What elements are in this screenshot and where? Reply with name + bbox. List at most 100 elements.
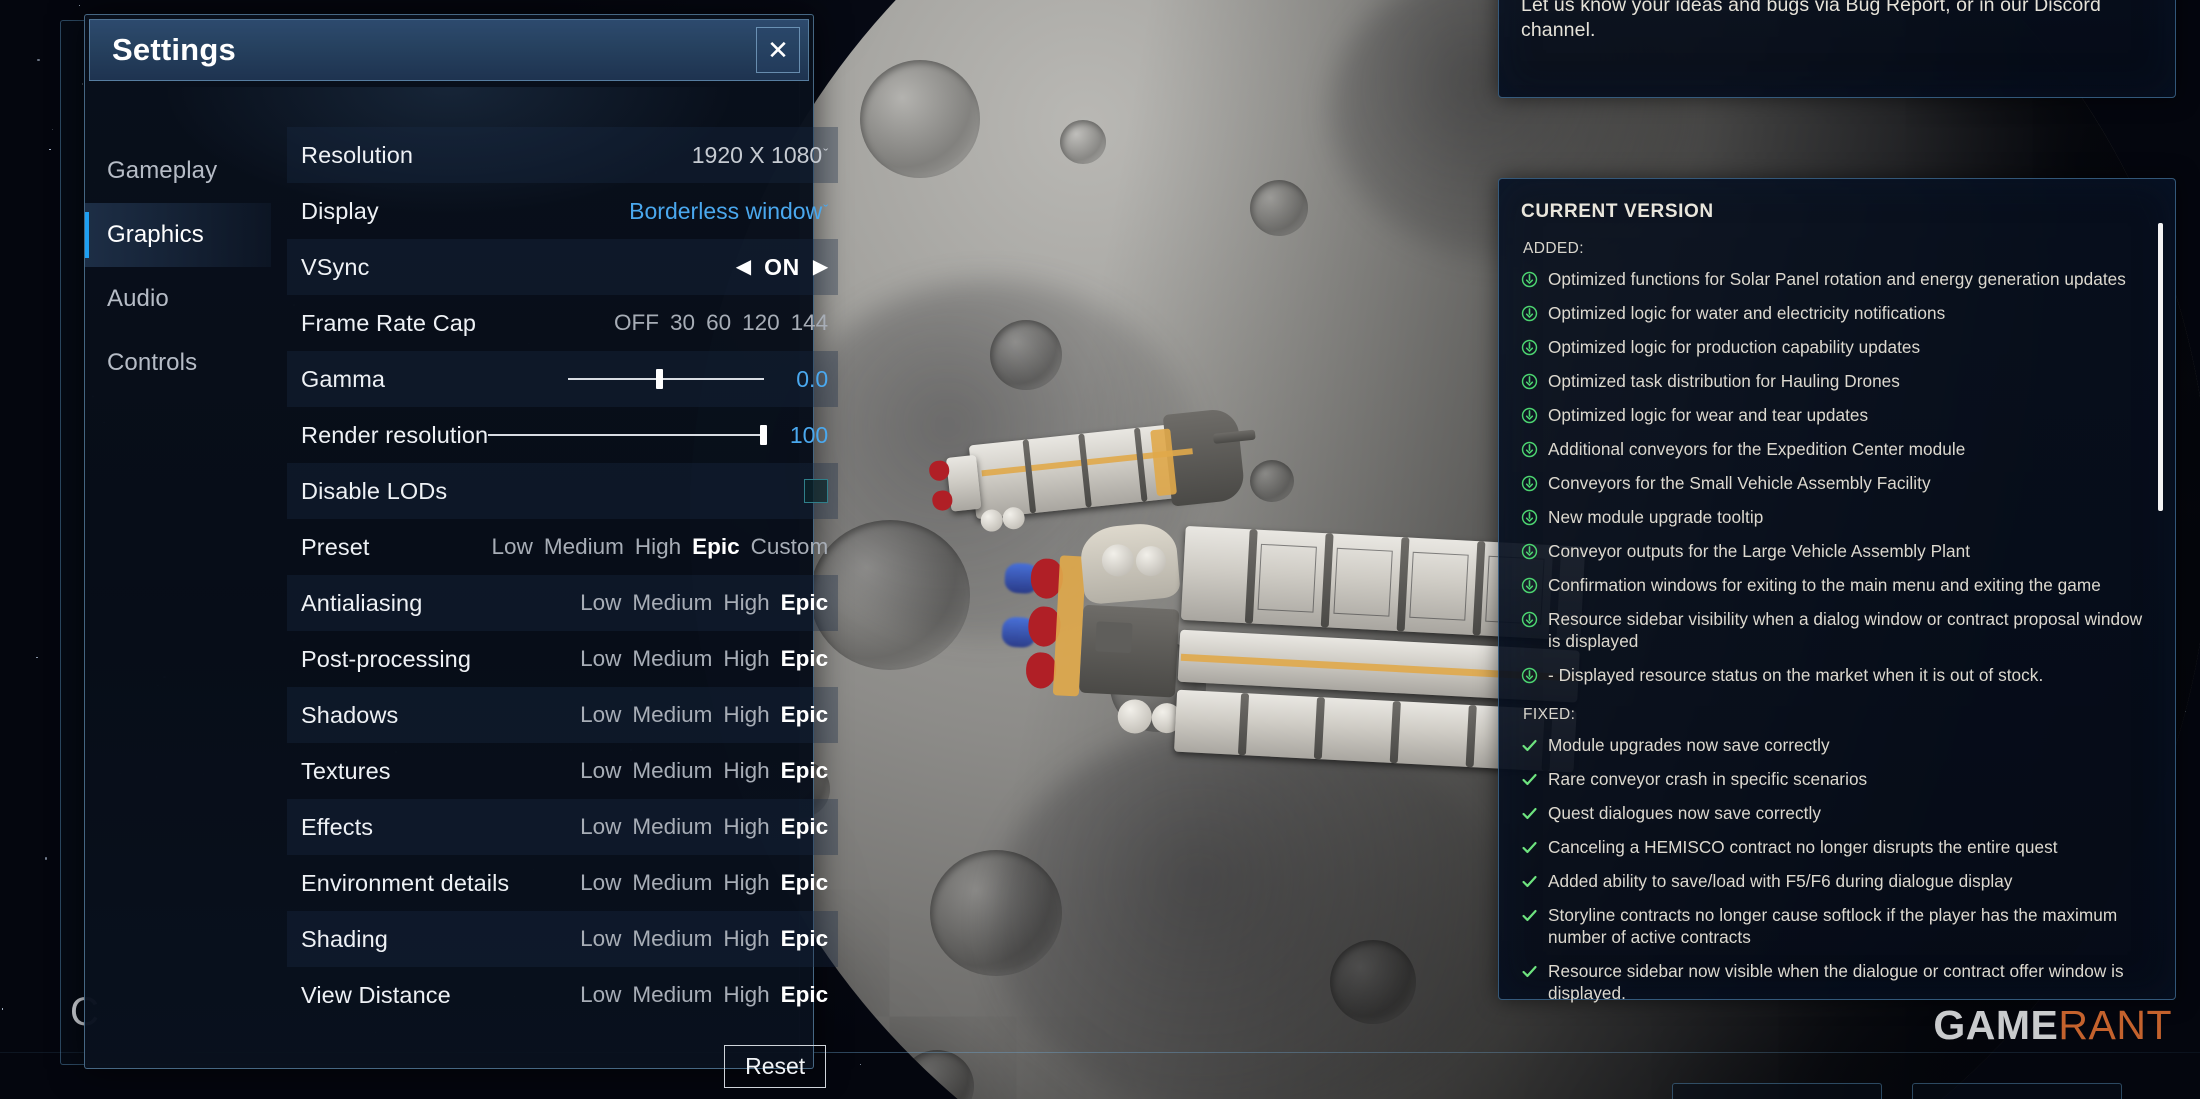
- option-high[interactable]: High: [723, 702, 769, 728]
- sidebar-item-controls[interactable]: Controls: [85, 331, 271, 395]
- hud-bottom-button-right[interactable]: [1912, 1083, 2122, 1099]
- current-version-panel: CURRENT VERSION ADDED: Optimized functio…: [1498, 178, 2176, 1000]
- checkbox-disable-lods[interactable]: [804, 479, 828, 503]
- power-refresh-icon: [1521, 441, 1538, 458]
- option-high[interactable]: High: [723, 870, 769, 896]
- option-low[interactable]: Low: [580, 646, 621, 672]
- option-low[interactable]: Low: [580, 590, 621, 616]
- slider-track[interactable]: [568, 378, 764, 380]
- settings-tabs: GameplayGraphicsAudioControls: [85, 85, 271, 1068]
- arrow-right-icon[interactable]: ▶: [813, 257, 828, 277]
- star: [2, 1008, 3, 1009]
- option-medium[interactable]: Medium: [632, 646, 712, 672]
- option-low[interactable]: Low: [492, 534, 533, 560]
- option-120[interactable]: 120: [742, 310, 780, 336]
- option-custom[interactable]: Custom: [751, 534, 829, 560]
- fixed-list: Module upgrades now save correctlyRare c…: [1521, 734, 2151, 1004]
- power-refresh-icon: [1521, 577, 1538, 594]
- sidebar-item-gameplay[interactable]: Gameplay: [85, 139, 271, 203]
- list-item-text: - Displayed resource status on the marke…: [1548, 664, 2043, 686]
- list-item: Canceling a HEMISCO contract no longer d…: [1521, 836, 2151, 858]
- option-off[interactable]: OFF: [614, 310, 659, 336]
- option-high[interactable]: High: [723, 646, 769, 672]
- option-epic[interactable]: Epic: [781, 758, 829, 784]
- added-section-label: ADDED:: [1523, 240, 2151, 258]
- hud-bottom-button-left[interactable]: [1672, 1083, 1882, 1099]
- option-high[interactable]: High: [723, 758, 769, 784]
- option-high[interactable]: High: [723, 590, 769, 616]
- option-medium[interactable]: Medium: [632, 814, 712, 840]
- option-60[interactable]: 60: [706, 310, 731, 336]
- chevron-down-icon[interactable]: ˇ: [823, 146, 828, 163]
- setting-label: VSync: [301, 254, 369, 281]
- option-low[interactable]: Low: [580, 870, 621, 896]
- close-icon[interactable]: ✕: [756, 27, 800, 73]
- setting-row: Disable LODs: [287, 463, 838, 519]
- intro-message-text: development, so some bugs and visual imp…: [1521, 0, 2153, 43]
- arrow-left-icon[interactable]: ◀: [736, 257, 751, 277]
- slider-track[interactable]: [488, 434, 764, 436]
- option-high[interactable]: High: [723, 982, 769, 1008]
- option-epic[interactable]: Epic: [781, 590, 829, 616]
- list-item-text: Confirmation windows for exiting to the …: [1548, 574, 2101, 596]
- changelog-added-group: ADDED: Optimized functions for Solar Pan…: [1521, 240, 2151, 686]
- option-epic[interactable]: Epic: [692, 534, 740, 560]
- option-epic[interactable]: Epic: [781, 702, 829, 728]
- settings-dialog: Settings ✕ GameplayGraphicsAudioControls…: [84, 14, 814, 1069]
- option-medium[interactable]: Medium: [544, 534, 624, 560]
- setting-label: Disable LODs: [301, 478, 447, 505]
- chevron-down-icon[interactable]: ˇ: [823, 202, 828, 219]
- option-epic[interactable]: Epic: [781, 646, 829, 672]
- sidebar-item-audio[interactable]: Audio: [85, 267, 271, 331]
- setting-value[interactable]: 1920 X 1080ˇ: [692, 142, 828, 169]
- option-medium[interactable]: Medium: [632, 758, 712, 784]
- option-low[interactable]: Low: [580, 926, 621, 952]
- slider-handle[interactable]: [656, 369, 663, 389]
- option-epic[interactable]: Epic: [781, 870, 829, 896]
- option-epic[interactable]: Epic: [781, 982, 829, 1008]
- option-high[interactable]: High: [723, 814, 769, 840]
- setting-label: Antialiasing: [301, 590, 422, 617]
- check-icon: [1521, 907, 1538, 924]
- slider-value: 0.0: [778, 366, 828, 393]
- page-title: Settings: [112, 32, 236, 68]
- slider-handle[interactable]: [760, 425, 767, 445]
- list-item-text: Optimized logic for production capabilit…: [1548, 336, 1920, 358]
- star: [49, 149, 50, 150]
- setting-row: DisplayBorderless windowˇ: [287, 183, 838, 239]
- option-epic[interactable]: Epic: [781, 926, 829, 952]
- setting-value[interactable]: Borderless windowˇ: [629, 198, 828, 225]
- option-medium[interactable]: Medium: [632, 982, 712, 1008]
- setting-row: Shadows Low Medium High Epic: [287, 687, 838, 743]
- option-epic[interactable]: Epic: [781, 814, 829, 840]
- watermark-game-text: GAME: [1933, 1002, 2058, 1049]
- option-low[interactable]: Low: [580, 758, 621, 784]
- option-30[interactable]: 30: [670, 310, 695, 336]
- sidebar-item-graphics[interactable]: Graphics: [85, 203, 271, 267]
- power-refresh-icon: [1521, 509, 1538, 526]
- option-low[interactable]: Low: [580, 702, 621, 728]
- setting-label: Shadows: [301, 702, 398, 729]
- changelog-scrollbar[interactable]: [2158, 223, 2163, 511]
- list-item-text: New module upgrade tooltip: [1548, 506, 1763, 528]
- option-low[interactable]: Low: [580, 814, 621, 840]
- option-low[interactable]: Low: [580, 982, 621, 1008]
- option-medium[interactable]: Medium: [632, 926, 712, 952]
- star: [36, 657, 37, 658]
- option-high[interactable]: High: [635, 534, 681, 560]
- option-high[interactable]: High: [723, 926, 769, 952]
- power-refresh-icon: [1521, 271, 1538, 288]
- setting-label: Effects: [301, 814, 373, 841]
- option-medium[interactable]: Medium: [632, 702, 712, 728]
- list-item-text: Optimized logic for water and electricit…: [1548, 302, 1945, 324]
- reset-button[interactable]: Reset: [724, 1045, 826, 1088]
- setting-row: Post-processingLowMediumHighEpic: [287, 631, 838, 687]
- option-144[interactable]: 144: [791, 310, 829, 336]
- list-item: Conveyors for the Small Vehicle Assembly…: [1521, 472, 2151, 494]
- option-medium[interactable]: Medium: [632, 590, 712, 616]
- game-screen: C development, so some bugs and visual i…: [0, 0, 2200, 1099]
- list-item: Optimized functions for Solar Panel rota…: [1521, 268, 2151, 290]
- fixed-section-label: FIXED:: [1523, 706, 2151, 724]
- power-refresh-icon: [1521, 407, 1538, 424]
- option-medium[interactable]: Medium: [632, 870, 712, 896]
